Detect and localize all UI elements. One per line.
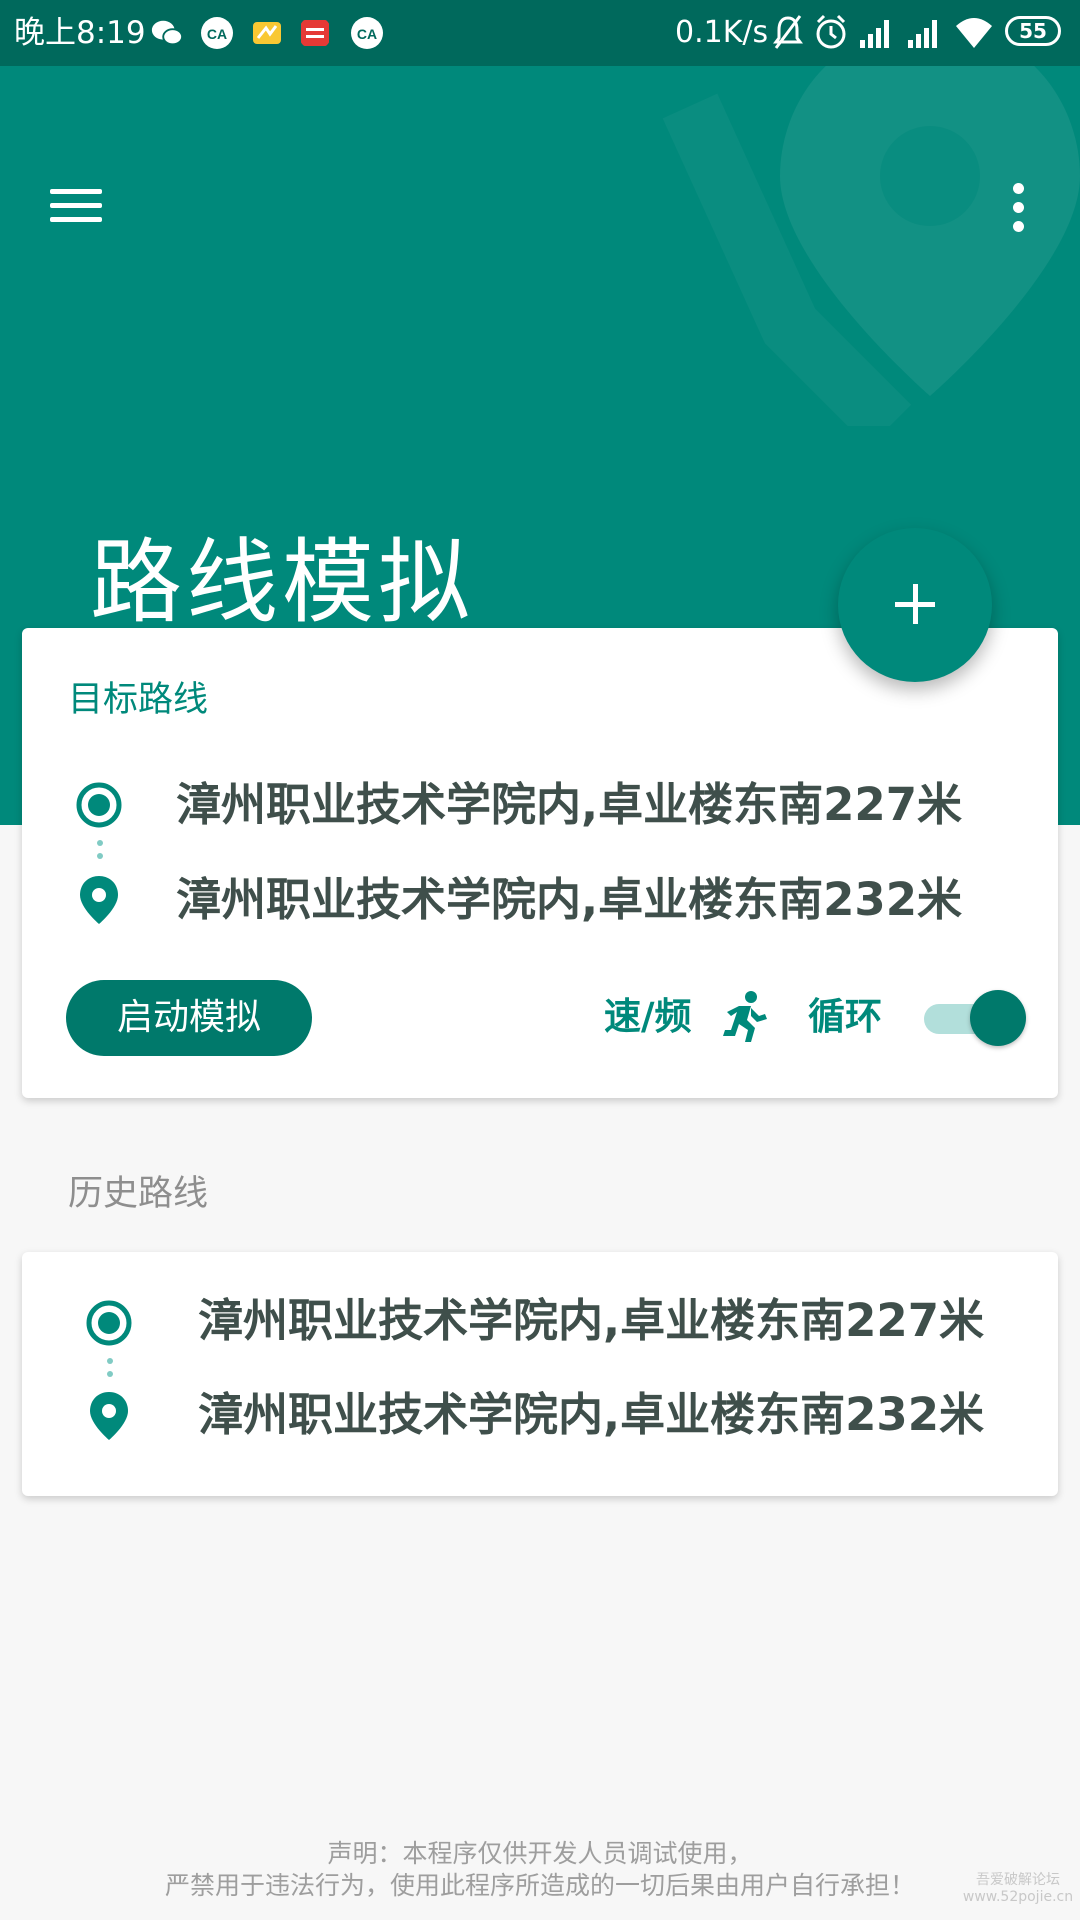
origin-point-icon: [76, 782, 122, 828]
loop-toggle-switch[interactable]: [918, 988, 1028, 1048]
history-origin-text: 漳州职业技术学院内,卓业楼东南227米: [198, 1294, 985, 1347]
signal-icon: [908, 20, 937, 48]
route-connector-dots: [97, 840, 103, 859]
history-destination-text: 漳州职业技术学院内,卓业楼东南232米: [198, 1388, 985, 1441]
status-bar: 晚上8:19 CA CA 0.1K/s 55: [0, 0, 1080, 66]
hamburger-menu-icon[interactable]: [46, 181, 106, 231]
target-route-card: 目标路线 漳州职业技术学院内,卓业楼东南227米 漳州职业技术学院内,卓业楼东南…: [22, 628, 1058, 1098]
alarm-icon: [816, 14, 846, 49]
wechat-icon: [151, 20, 184, 46]
network-speed: 0.1K/s: [675, 15, 769, 50]
toutiao-icon: [301, 20, 329, 46]
folder-icon: [253, 22, 281, 44]
corner-watermark: 吾爱破解论坛 www.52pojie.cn: [960, 1872, 1076, 1906]
running-person-icon[interactable]: [717, 990, 769, 1044]
start-simulation-button[interactable]: 启动模拟: [66, 980, 312, 1056]
wifi-icon: [956, 18, 992, 48]
target-destination-text[interactable]: 漳州职业技术学院内,卓业楼东南232米: [176, 871, 1006, 929]
ca-icon: CA: [351, 17, 383, 49]
disclaimer-line-2: 严禁用于违法行为，使用此程序所造成的一切后果由用户自行承担！: [164, 1871, 915, 1900]
target-origin-text[interactable]: 漳州职业技术学院内,卓业楼东南227米: [176, 776, 1006, 834]
disclaimer: 声明：本程序仅供开发人员调试使用， 严禁用于违法行为，使用此程序所造成的一切后果…: [0, 1838, 1080, 1902]
origin-point-icon: [86, 1300, 132, 1346]
history-route-card[interactable]: 漳州职业技术学院内,卓业楼东南227米 漳州职业技术学院内,卓业楼东南232米: [22, 1252, 1058, 1496]
corner-watermark-line-1: 吾爱破解论坛: [976, 1872, 1060, 1888]
history-routes-label: 历史路线: [68, 1174, 209, 1214]
svg-text:CA: CA: [207, 26, 227, 42]
add-route-button[interactable]: [838, 528, 992, 682]
svg-text:CA: CA: [357, 26, 377, 42]
mute-bell-icon: [773, 15, 803, 49]
more-vert-icon[interactable]: [1000, 181, 1036, 235]
corner-watermark-line-2: www.52pojie.cn: [962, 1889, 1074, 1905]
status-time: 晚上8:19: [14, 15, 146, 51]
disclaimer-line-1: 声明：本程序仅供开发人员调试使用，: [327, 1839, 753, 1868]
ca-icon: CA: [201, 17, 233, 49]
loop-label: 循环: [808, 995, 882, 1038]
destination-pin-icon: [90, 1392, 128, 1440]
speed-frequency-button[interactable]: 速/频: [604, 994, 692, 1040]
battery-indicator: 55: [1005, 16, 1061, 46]
target-route-label: 目标路线: [68, 680, 209, 720]
page-title: 路线模拟: [90, 529, 475, 636]
signal-icon: [860, 20, 889, 48]
location-pin-watermark-icon: [662, 66, 1080, 426]
destination-pin-icon: [80, 876, 118, 924]
route-connector-dots: [107, 1358, 113, 1377]
